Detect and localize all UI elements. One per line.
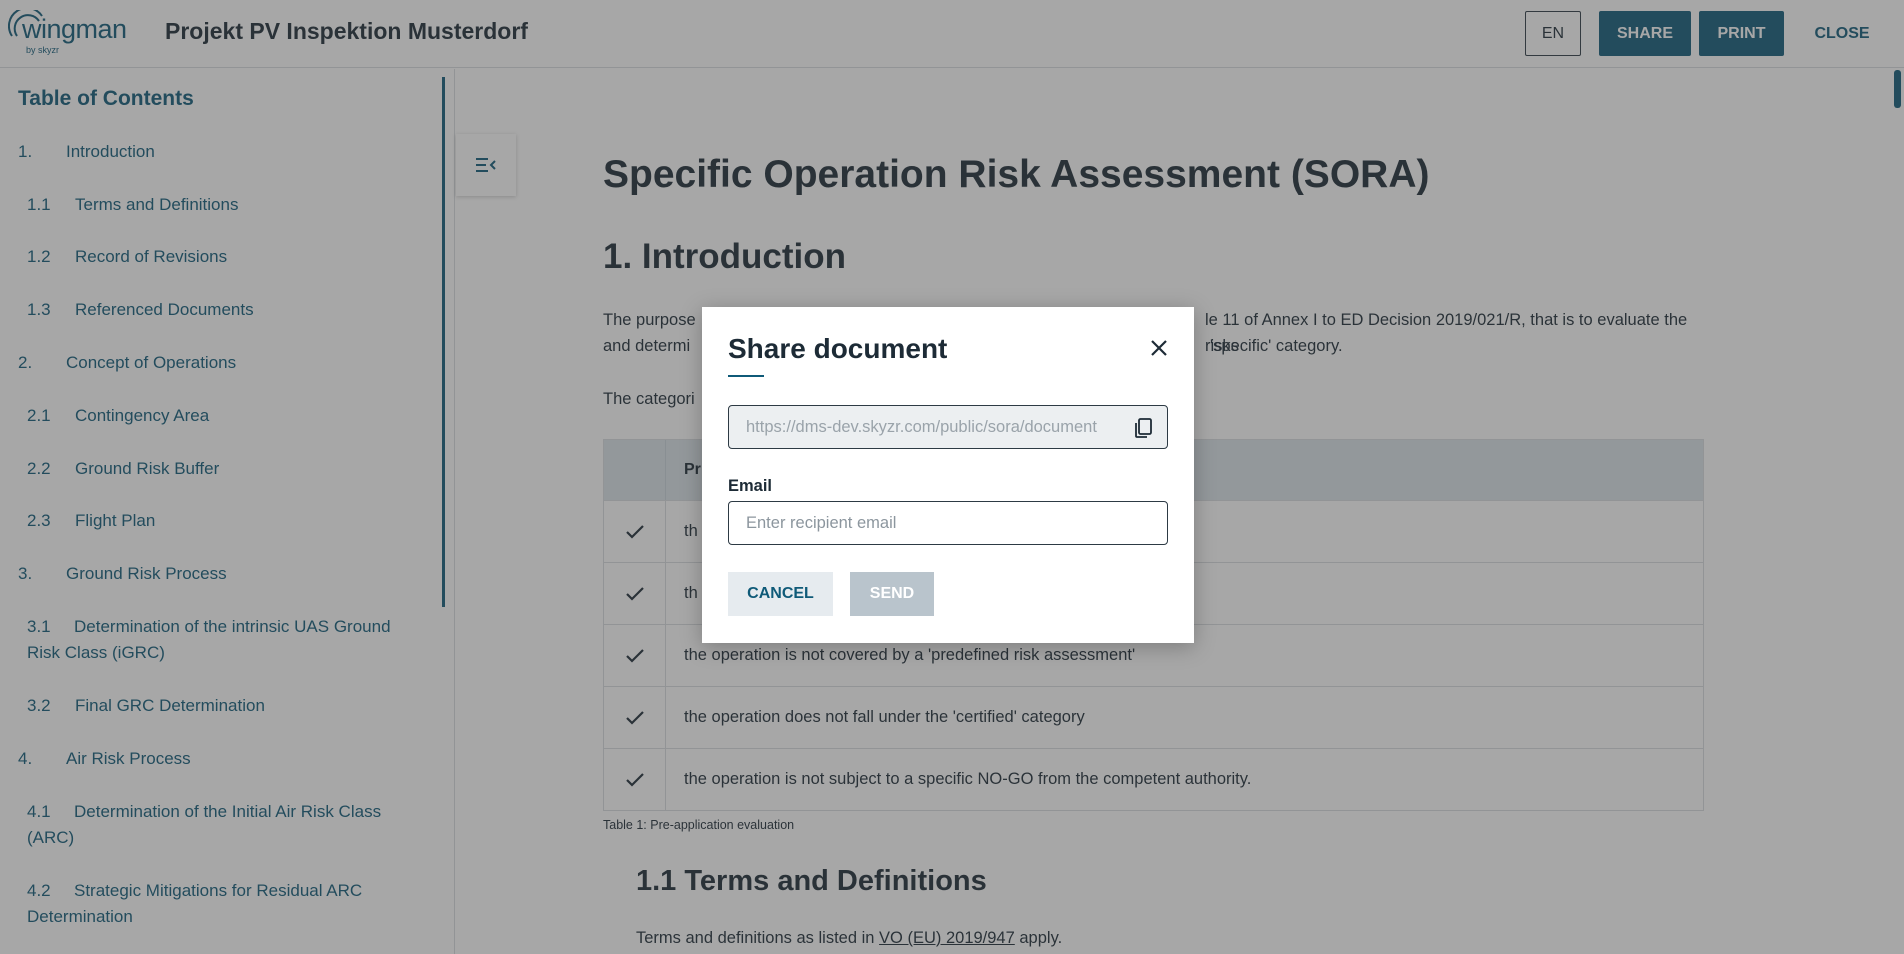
copy-icon xyxy=(1135,418,1152,438)
dialog-close-button[interactable] xyxy=(1146,335,1172,361)
title-underline xyxy=(728,375,764,377)
copy-link-button[interactable] xyxy=(1132,417,1154,439)
cancel-button[interactable]: CANCEL xyxy=(728,572,833,616)
send-button[interactable]: SEND xyxy=(850,572,934,616)
close-icon xyxy=(1151,340,1167,356)
share-document-dialog: Share document https://dms-dev.skyzr.com… xyxy=(702,307,1194,643)
share-link-field[interactable]: https://dms-dev.skyzr.com/public/sora/do… xyxy=(728,405,1168,449)
email-input[interactable] xyxy=(728,501,1168,545)
email-label: Email xyxy=(728,477,773,495)
dialog-title: Share document xyxy=(728,333,948,364)
